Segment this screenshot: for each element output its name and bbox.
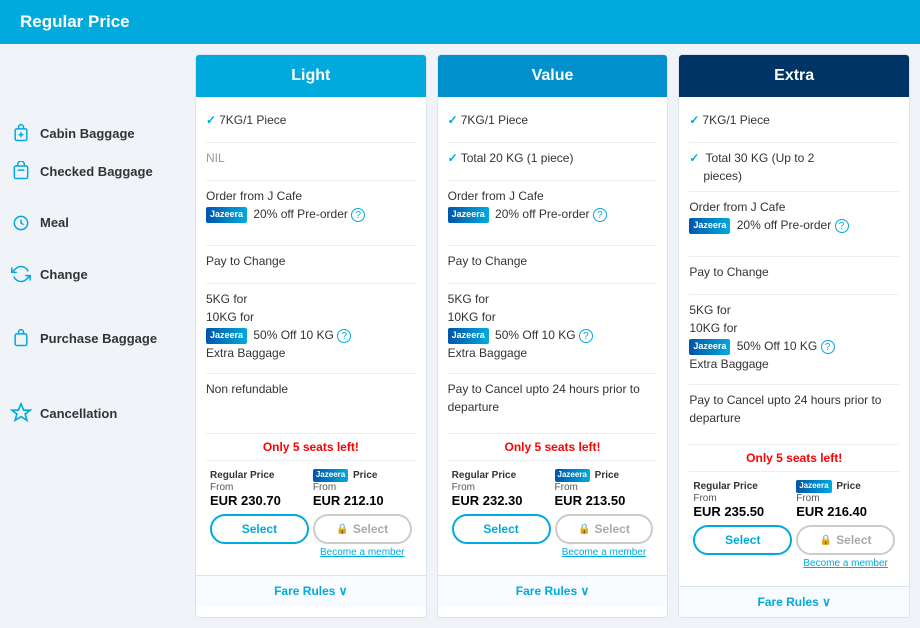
purchase-help-icon-extra[interactable]: ? xyxy=(821,340,835,354)
light-cabin: ✓7KG/1 Piece xyxy=(206,105,416,143)
light-become-member[interactable]: Become a member xyxy=(313,544,412,561)
light-seats-left: Only 5 seats left! xyxy=(206,434,416,461)
extra-become-member[interactable]: Become a member xyxy=(796,555,895,572)
value-jameel-price: Jazeera Price From EUR 213.50 🔒 Select B… xyxy=(555,469,654,561)
lock-icon-extra: 🔒 xyxy=(820,535,832,546)
fare-col-light: Light ✓7KG/1 Piece NIL Order from J Cafe xyxy=(195,54,427,618)
label-checked-baggage: Checked Baggage xyxy=(10,152,195,190)
fare-col-extra: Extra ✓7KG/1 Piece ✓ Total 30 KG (Up to … xyxy=(678,54,910,618)
light-change: Pay to Change xyxy=(206,246,416,284)
label-purchase-baggage: Purchase Baggage xyxy=(10,293,195,383)
extra-meal: Order from J Cafe Jazeera 20% off Pre-or… xyxy=(689,192,899,257)
light-header: Light xyxy=(196,55,426,97)
value-select-jameel-button[interactable]: 🔒 Select xyxy=(555,514,654,544)
light-select-jameel-button[interactable]: 🔒 Select xyxy=(313,514,412,544)
purchase-help-icon-value[interactable]: ? xyxy=(579,329,593,343)
extra-regular-price: Regular Price From EUR 235.50 Select xyxy=(693,480,792,572)
value-fare-rules[interactable]: Fare Rules ∨ xyxy=(438,575,668,606)
light-meal: Order from J Cafe Jazeera 20% off Pre-or… xyxy=(206,181,416,246)
label-cancellation: Cancellation xyxy=(10,383,195,443)
lock-icon-value: 🔒 xyxy=(578,524,590,535)
extra-header: Extra xyxy=(679,55,909,97)
extra-cancel: Pay to Cancel upto 24 hours prior to dep… xyxy=(689,385,899,445)
extra-fare-rules[interactable]: Fare Rules ∨ xyxy=(679,586,909,617)
meal-label: Meal xyxy=(40,215,69,230)
value-body: ✓7KG/1 Piece ✓Total 20 KG (1 piece) Orde… xyxy=(438,97,668,575)
extra-purchase: 5KG for 10KG for Jazeera 50% Off 10 KG ?… xyxy=(689,295,899,385)
checked-baggage-icon xyxy=(10,160,32,182)
light-checked: NIL xyxy=(206,143,416,181)
value-purchase: 5KG for 10KG for Jazeera 50% Off 10 KG ?… xyxy=(448,284,658,374)
label-meal: Meal xyxy=(10,190,195,255)
main-content: Cabin Baggage Checked Baggage xyxy=(0,44,920,628)
light-pricing: Regular Price From EUR 230.70 Select Jaz… xyxy=(206,461,416,567)
value-cabin: ✓7KG/1 Piece xyxy=(448,105,658,143)
meal-icon xyxy=(10,212,32,234)
change-icon xyxy=(10,263,32,285)
value-checked: ✓Total 20 KG (1 piece) xyxy=(448,143,658,181)
extra-cabin: ✓7KG/1 Piece xyxy=(689,105,899,143)
labels-column: Cabin Baggage Checked Baggage xyxy=(10,54,195,618)
value-pricing: Regular Price From EUR 232.30 Select Jaz… xyxy=(448,461,658,567)
value-cancel: Pay to Cancel upto 24 hours prior to dep… xyxy=(448,374,658,434)
value-change: Pay to Change xyxy=(448,246,658,284)
extra-checked: ✓ Total 30 KG (Up to 2 pieces) xyxy=(689,143,899,192)
value-meal: Order from J Cafe Jazeera 20% off Pre-or… xyxy=(448,181,658,246)
checked-baggage-label: Checked Baggage xyxy=(40,164,153,179)
value-seats-left: Only 5 seats left! xyxy=(448,434,658,461)
light-regular-price: Regular Price From EUR 230.70 Select xyxy=(210,469,309,561)
light-body: ✓7KG/1 Piece NIL Order from J Cafe Jazee… xyxy=(196,97,426,575)
value-become-member[interactable]: Become a member xyxy=(555,544,654,561)
cabin-baggage-label: Cabin Baggage xyxy=(40,126,135,141)
lock-icon-light: 🔒 xyxy=(336,524,348,535)
extra-pricing: Regular Price From EUR 235.50 Select Jaz… xyxy=(689,472,899,578)
extra-body: ✓7KG/1 Piece ✓ Total 30 KG (Up to 2 piec… xyxy=(679,97,909,586)
value-header: Value xyxy=(438,55,668,97)
purchase-baggage-label: Purchase Baggage xyxy=(40,331,157,346)
meal-help-icon-extra[interactable]: ? xyxy=(835,219,849,233)
cancellation-icon xyxy=(10,402,32,424)
label-change: Change xyxy=(10,255,195,293)
extra-select-regular-button[interactable]: Select xyxy=(693,525,792,555)
light-cancel: Non refundable xyxy=(206,374,416,434)
cancellation-label: Cancellation xyxy=(40,406,117,421)
meal-help-icon-light[interactable]: ? xyxy=(351,208,365,222)
change-label: Change xyxy=(40,267,88,282)
cabin-baggage-icon xyxy=(10,122,32,144)
page-wrapper: Regular Price Cabin Baggage xyxy=(0,0,920,628)
label-cabin-baggage: Cabin Baggage xyxy=(10,114,195,152)
value-select-regular-button[interactable]: Select xyxy=(452,514,551,544)
light-fare-rules[interactable]: Fare Rules ∨ xyxy=(196,575,426,606)
purchase-help-icon-light[interactable]: ? xyxy=(337,329,351,343)
page-title: Regular Price xyxy=(20,12,900,32)
fare-columns: Light ✓7KG/1 Piece NIL Order from J Cafe xyxy=(195,54,910,618)
header-bar: Regular Price xyxy=(0,0,920,44)
light-jameel-price: Jazeera Price From EUR 212.10 🔒 Select B… xyxy=(313,469,412,561)
extra-seats-left: Only 5 seats left! xyxy=(689,445,899,472)
fare-col-value: Value ✓7KG/1 Piece ✓Total 20 KG (1 piece… xyxy=(437,54,669,618)
extra-change: Pay to Change xyxy=(689,257,899,295)
light-select-regular-button[interactable]: Select xyxy=(210,514,309,544)
value-regular-price: Regular Price From EUR 232.30 Select xyxy=(452,469,551,561)
extra-jameel-price: Jazeera Price From EUR 216.40 🔒 Select B… xyxy=(796,480,895,572)
extra-select-jameel-button[interactable]: 🔒 Select xyxy=(796,525,895,555)
meal-help-icon-value[interactable]: ? xyxy=(593,208,607,222)
light-purchase: 5KG for 10KG for Jazeera 50% Off 10 KG ?… xyxy=(206,284,416,374)
purchase-baggage-icon xyxy=(10,327,32,349)
